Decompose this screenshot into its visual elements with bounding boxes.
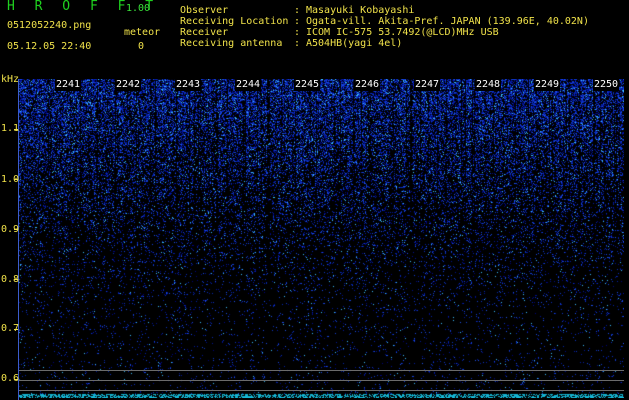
info-separator: : <box>294 27 307 38</box>
spectrogram-plot: 2241 2242 2243 2244 2245 2246 2247 2248 … <box>19 79 624 398</box>
app-version: 1.00 <box>126 3 151 14</box>
info-value: Masayuki Kobayashi <box>306 5 415 16</box>
time-label: 2244 <box>235 79 262 91</box>
y-tick-mark <box>14 229 18 230</box>
reference-line <box>19 390 624 391</box>
info-row-antenna: Receiving antenna: A504HB(yagi 4el) <box>180 38 589 49</box>
datetime: 05.12.05 22:40 <box>7 41 92 52</box>
y-tick-mark <box>14 379 18 380</box>
info-key: Observer <box>180 5 229 16</box>
time-label: 2246 <box>354 79 381 91</box>
info-value: Ogata-vill. Akita-Pref. JAPAN (139.96E, … <box>306 16 589 27</box>
spectrogram-canvas <box>19 79 624 398</box>
info-separator: : <box>294 38 307 49</box>
info-row-receiver: Receiver: ICOM IC-575 53.7492(@LCD)MHz U… <box>180 27 589 38</box>
time-label: 2247 <box>414 79 441 91</box>
info-separator: : <box>294 5 307 16</box>
time-label: 2243 <box>175 79 202 91</box>
info-value: ICOM IC-575 53.7492(@LCD)MHz USB <box>306 27 499 38</box>
reference-line <box>19 380 624 381</box>
time-label: 2245 <box>294 79 321 91</box>
info-key: Receiving antenna <box>180 38 283 49</box>
meteor-count: 0 <box>138 41 145 52</box>
info-row-location: Receiving Location: Ogata-vill. Akita-Pr… <box>180 16 589 27</box>
station-info: Observer: Masayuki Kobayashi Receiving L… <box>180 5 589 49</box>
info-separator: : <box>294 16 307 27</box>
info-value: A504HB(yagi 4el) <box>306 38 403 49</box>
time-label: 2249 <box>534 79 561 91</box>
info-key: Receiving Location <box>180 16 289 27</box>
time-label: 2248 <box>475 79 502 91</box>
hroft-window: H R O F F T 1.00 0512052240.png meteor 0… <box>0 0 629 400</box>
info-row-observer: Observer: Masayuki Kobayashi <box>180 5 589 16</box>
reference-line <box>19 370 624 371</box>
y-tick-mark <box>14 329 18 330</box>
y-tick-mark <box>14 179 18 180</box>
y-tick-mark <box>14 279 18 280</box>
time-label: 2250 <box>593 79 620 91</box>
time-label: 2241 <box>55 79 82 91</box>
y-tick-mark <box>14 129 18 130</box>
time-label: 2242 <box>115 79 142 91</box>
file-name: 0512052240.png <box>7 20 92 31</box>
meteor-label: meteor <box>124 27 161 38</box>
info-key: Receiver <box>180 27 229 38</box>
y-axis-unit: kHz <box>1 74 20 85</box>
